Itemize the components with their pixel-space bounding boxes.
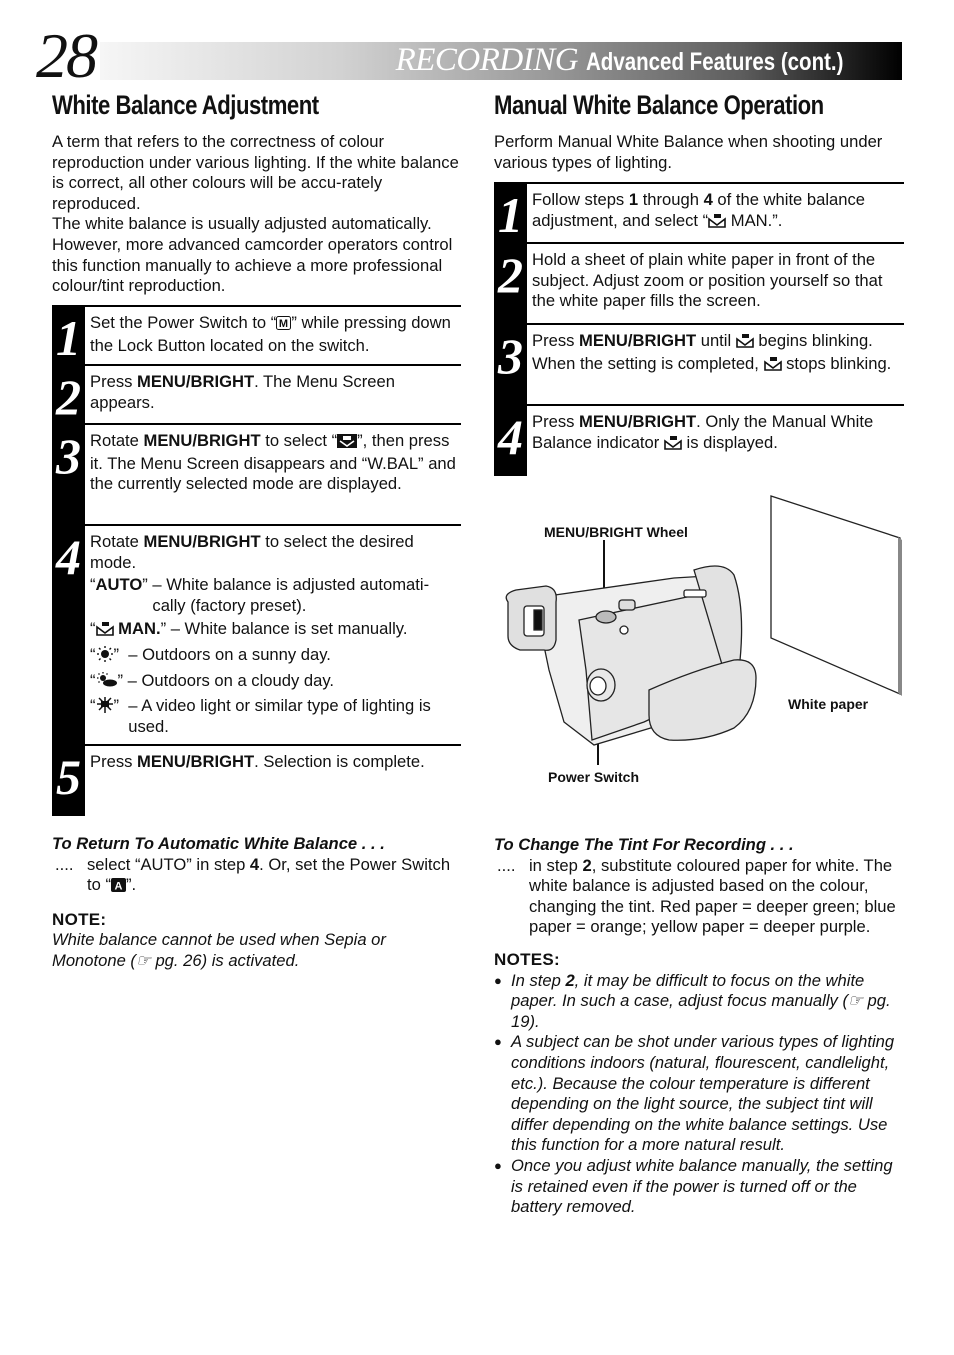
- white-balance-menu-icon: [337, 433, 358, 454]
- mode-manual: “ MAN.” – White balance is set manually.: [90, 619, 461, 642]
- video-light-icon: [96, 697, 114, 719]
- step-number: 4: [494, 406, 527, 476]
- cloudy-icon: [96, 671, 118, 694]
- auto-mode-icon: A: [110, 877, 126, 898]
- step-3: 3 Rotate MENU/BRIGHT to select “”, then …: [52, 425, 461, 526]
- step-5: 5 Press MENU/BRIGHT. Selection is comple…: [52, 746, 461, 816]
- return-body: .... select “AUTO” in step 4. Or, set th…: [52, 855, 462, 898]
- svg-text:A: A: [115, 881, 123, 893]
- intro-paragraph: The white balance is usually adjusted au…: [52, 214, 453, 296]
- section-name: RECORDING: [395, 42, 579, 78]
- tint-body: .... in step 2, substitute coloured pape…: [497, 855, 896, 937]
- step-2: 2 Press MENU/BRIGHT. The Menu Screen app…: [52, 366, 461, 425]
- manual-wb-icon: [708, 213, 726, 234]
- step-number: 3: [52, 425, 85, 524]
- mode-cloudy: “” – Outdoors on a cloudy day.: [90, 671, 461, 694]
- note-item: Once you adjust white balance manually, …: [494, 1156, 906, 1218]
- step-4: 4 Press MENU/BRIGHT. Only the Manual Whi…: [494, 406, 904, 476]
- notes-heading: NOTES:: [494, 949, 561, 969]
- step-text: Follow steps 1 through 4 of the white ba…: [527, 184, 904, 242]
- camcorder-drawing: [505, 565, 757, 746]
- note-heading: NOTE:: [52, 909, 107, 929]
- step-text: Press MENU/BRIGHT. Selection is complete…: [90, 752, 425, 771]
- sunny-icon: [96, 645, 114, 668]
- tint-heading: To Change The Tint For Recording . . .: [494, 835, 794, 854]
- note-item: In step 2, it may be difficult to focus …: [494, 971, 906, 1033]
- manual-wb-icon: [664, 435, 682, 456]
- step-1: 1 Set the Power Switch to “M” while pres…: [52, 307, 461, 366]
- section-subtitle: Advanced Features (cont.): [586, 48, 844, 76]
- note-item: A subject can be shot under various type…: [494, 1032, 906, 1156]
- manual-wb-icon: [763, 356, 782, 377]
- step-number: 2: [494, 244, 527, 323]
- right-column: Manual White Balance Operation Perform M…: [494, 90, 906, 173]
- camcorder-illustration: [505, 495, 902, 765]
- step-text: Hold a sheet of plain white paper in fro…: [532, 250, 883, 311]
- right-intro: Perform Manual White Balance when shooti…: [494, 132, 883, 172]
- white-paper-drawing: [770, 495, 902, 696]
- step-2: 2 Hold a sheet of plain white paper in f…: [494, 244, 904, 325]
- step-text: Rotate MENU/BRIGHT to select the desired…: [85, 526, 461, 744]
- step-number: 1: [52, 307, 85, 364]
- left-heading: White Balance Adjustment: [52, 90, 319, 120]
- manual-wb-icon: [95, 621, 114, 642]
- step-number: 1: [494, 184, 527, 242]
- step-number: 3: [494, 325, 527, 404]
- manual-wb-icon: [735, 333, 754, 354]
- notes-list: In step 2, it may be difficult to focus …: [494, 971, 906, 1218]
- mode-sunny: “” – Outdoors on a sunny day.: [90, 645, 461, 668]
- right-steps: 1 Follow steps 1 through 4 of the white …: [494, 182, 904, 476]
- step-number: 2: [52, 366, 85, 423]
- camcorder-figure: MENU/BRIGHT Wheel White paper Power Swit…: [494, 490, 914, 800]
- manual-mode-icon: M: [276, 315, 292, 336]
- return-to-auto-section: To Return To Automatic White Balance . .…: [52, 834, 462, 972]
- mode-auto: “AUTO” – White balance is adjusted autom…: [90, 575, 430, 615]
- page-number: 28: [36, 20, 98, 91]
- svg-text:M: M: [279, 318, 288, 330]
- return-heading: To Return To Automatic White Balance . .…: [52, 834, 385, 853]
- step-text: Set the Power Switch to “M” while pressi…: [90, 313, 451, 355]
- step-text: Press MENU/BRIGHT until begins blinking.…: [527, 325, 904, 404]
- step-1: 1 Follow steps 1 through 4 of the white …: [494, 184, 904, 244]
- left-steps: 1 Set the Power Switch to “M” while pres…: [52, 305, 461, 816]
- section-title: RECORDING Advanced Features (cont.): [396, 40, 900, 80]
- right-heading: Manual White Balance Operation: [494, 90, 824, 120]
- page-ref-icon: ☞: [847, 991, 868, 1011]
- page-ref-icon: ☞: [135, 950, 156, 970]
- step-number: 4: [52, 526, 85, 744]
- step-text: Press MENU/BRIGHT. Only the Manual White…: [527, 406, 904, 476]
- step-4: 4 Rotate MENU/BRIGHT to select the desir…: [52, 526, 461, 746]
- left-column: White Balance Adjustment A term that ref…: [52, 90, 462, 297]
- step-text: Press MENU/BRIGHT. The Menu Screen appea…: [90, 372, 395, 412]
- tint-section: To Change The Tint For Recording . . . .…: [494, 835, 906, 1218]
- step-number: 5: [52, 746, 85, 816]
- step-text: Rotate MENU/BRIGHT to select “”, then pr…: [90, 431, 456, 494]
- left-intro: A term that refers to the correctness of…: [52, 132, 462, 297]
- step-3: 3 Press MENU/BRIGHT until begins blinkin…: [494, 325, 904, 406]
- mode-video-light: “” – A video light or similar type of li…: [90, 696, 431, 736]
- intro-paragraph: A term that refers to the correctness of…: [52, 132, 459, 213]
- note-text: White balance cannot be used when Sepia …: [52, 930, 386, 970]
